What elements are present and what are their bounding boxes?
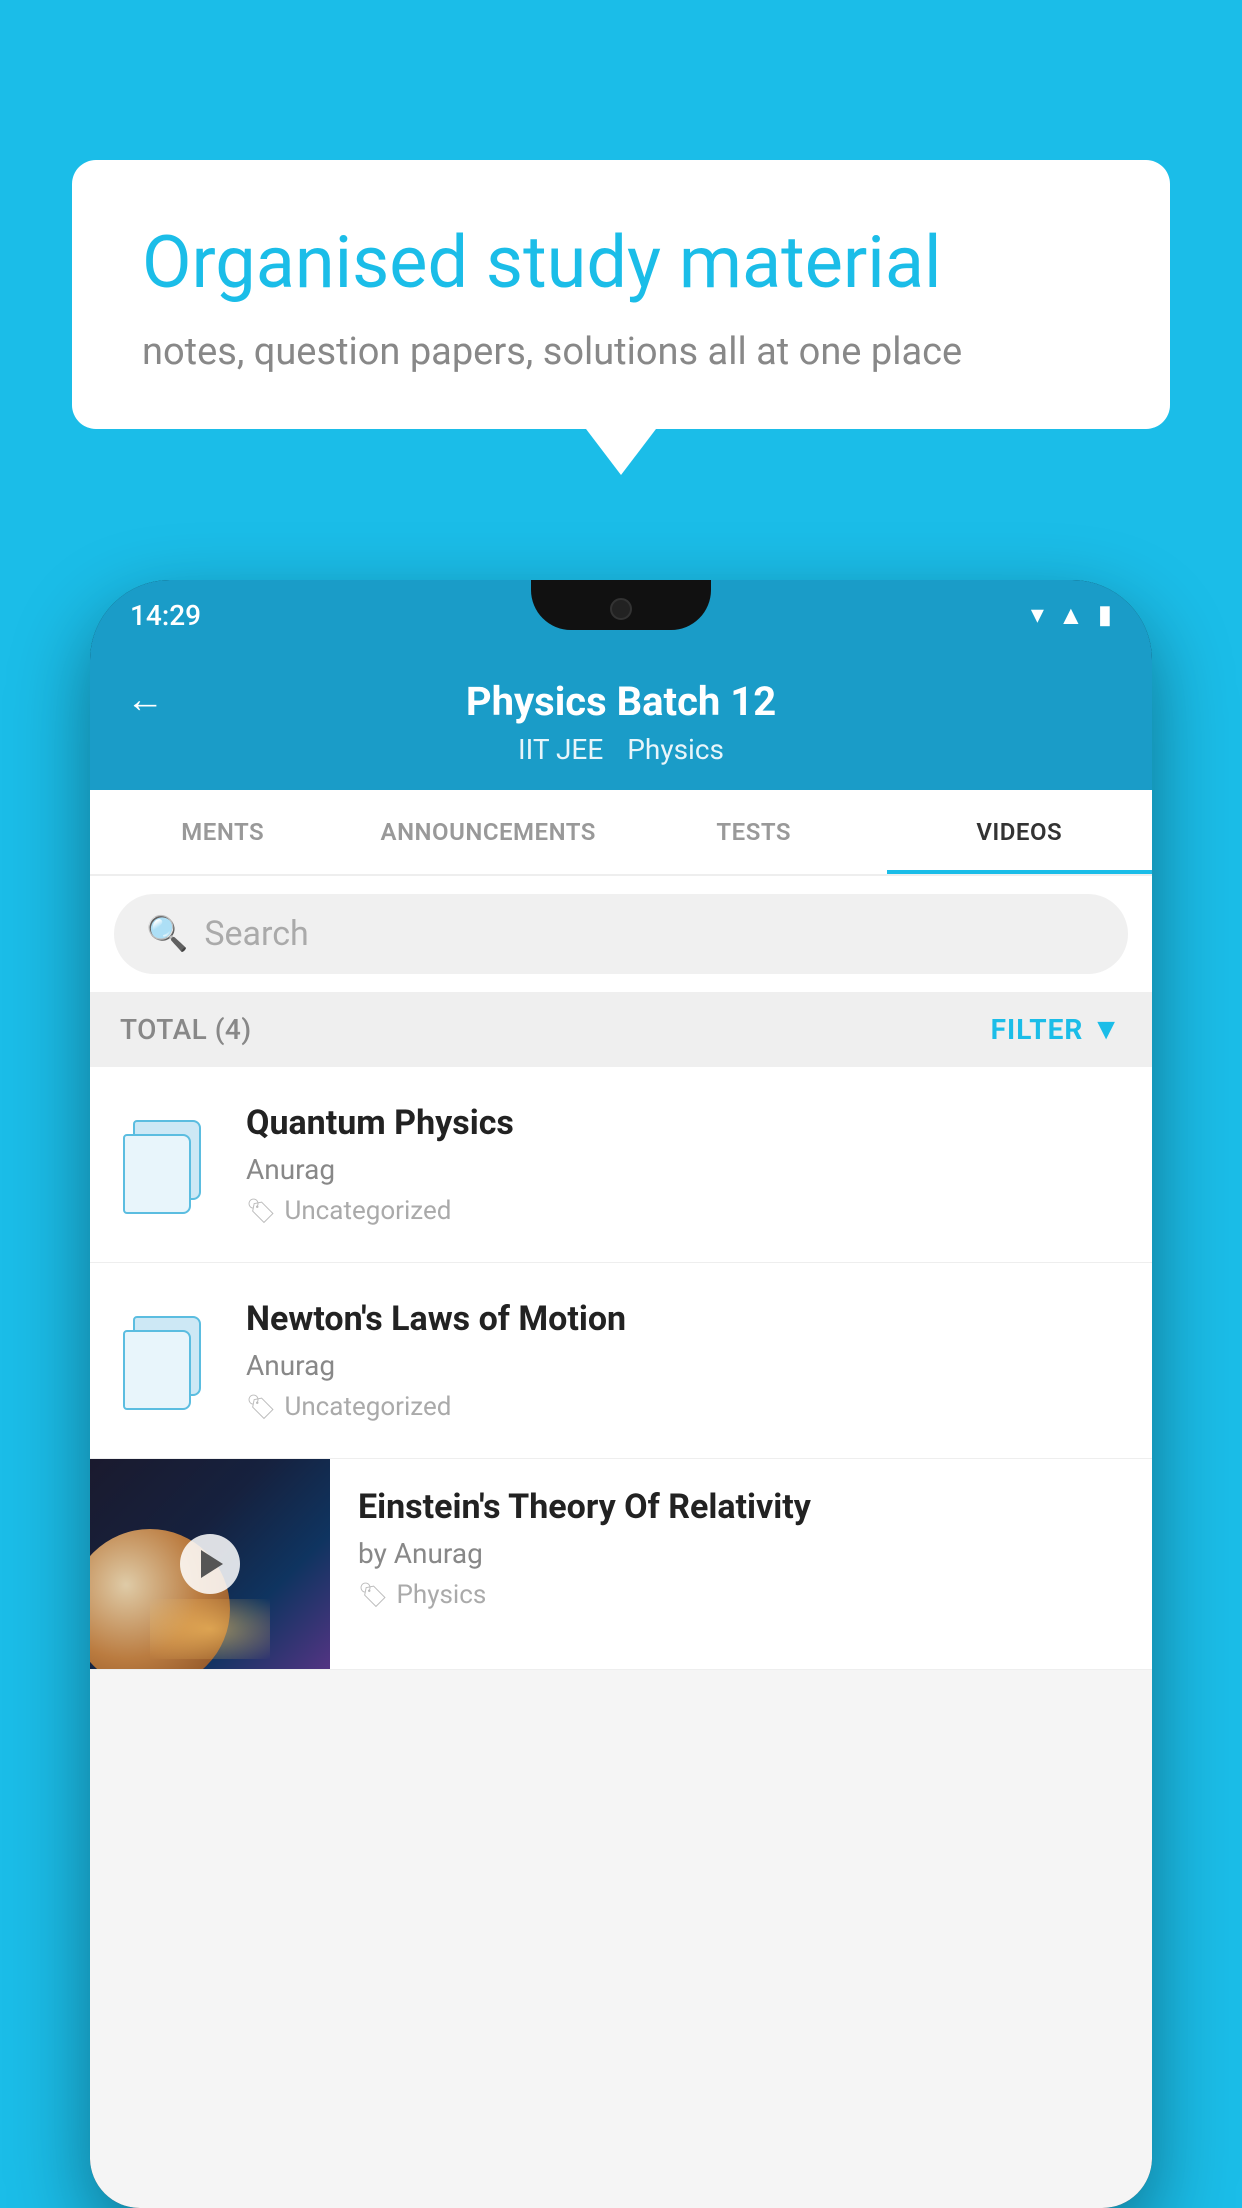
video-info: Newton's Laws of Motion Anurag 🏷 Uncateg… <box>246 1299 1124 1422</box>
file-icon <box>123 1120 213 1210</box>
video-title: Quantum Physics <box>246 1103 1124 1143</box>
phone-content: 🔍 Search TOTAL (4) FILTER ▼ <box>90 876 1152 2208</box>
header-subtitle-iitjee: IIT JEE <box>518 733 603 766</box>
filter-bar: TOTAL (4) FILTER ▼ <box>90 992 1152 1067</box>
status-time: 14:29 <box>130 599 201 632</box>
search-icon: 🔍 <box>146 914 188 954</box>
back-button[interactable]: ← <box>126 678 164 722</box>
search-placeholder: Search <box>204 914 308 954</box>
wifi-icon: ▾ <box>1031 600 1044 630</box>
tab-announcements[interactable]: ANNOUNCEMENTS <box>356 790 622 874</box>
tab-bar: MENTS ANNOUNCEMENTS TESTS VIDEOS <box>90 790 1152 876</box>
tab-ments[interactable]: MENTS <box>90 790 356 874</box>
signal-icon: ▲ <box>1058 600 1084 631</box>
phone-frame: 14:29 ▾ ▲ ▮ ← Physics Batch 12 IIT JEE P… <box>90 580 1152 2208</box>
status-bar: 14:29 ▾ ▲ ▮ <box>90 580 1152 650</box>
filter-label: FILTER <box>991 1013 1084 1046</box>
list-item[interactable]: Einstein's Theory Of Relativity by Anura… <box>90 1459 1152 1670</box>
video-author: Anurag <box>246 1153 1124 1186</box>
video-list: Quantum Physics Anurag 🏷 Uncategorized <box>90 1067 1152 1670</box>
glow-graphic <box>150 1599 270 1659</box>
header-subtitle: IIT JEE Physics <box>518 733 724 766</box>
video-thumb <box>118 1115 218 1215</box>
video-info: Quantum Physics Anurag 🏷 Uncategorized <box>246 1103 1124 1226</box>
tag-icon: 🏷 <box>246 1197 276 1225</box>
tab-tests[interactable]: TESTS <box>621 790 887 874</box>
tag-label: Uncategorized <box>284 1196 451 1226</box>
video-tag: 🏷 Uncategorized <box>246 1196 1124 1226</box>
video-author: by Anurag <box>358 1537 1124 1570</box>
speech-bubble: Organised study material notes, question… <box>72 160 1170 429</box>
play-button[interactable] <box>180 1534 240 1594</box>
video-thumbnail <box>90 1459 330 1669</box>
video-title: Einstein's Theory Of Relativity <box>358 1487 1124 1527</box>
tab-videos[interactable]: VIDEOS <box>887 790 1153 874</box>
video-info: Einstein's Theory Of Relativity by Anura… <box>330 1459 1152 1638</box>
total-count: TOTAL (4) <box>120 1013 252 1046</box>
file-icon-front <box>123 1330 191 1410</box>
header-title: Physics Batch 12 <box>466 678 776 725</box>
search-bar[interactable]: 🔍 Search <box>114 894 1128 974</box>
tag-label: Uncategorized <box>284 1392 451 1422</box>
list-item[interactable]: Newton's Laws of Motion Anurag 🏷 Uncateg… <box>90 1263 1152 1459</box>
header-subtitle-physics: Physics <box>627 733 724 766</box>
filter-icon: ▼ <box>1091 1012 1122 1047</box>
video-title: Newton's Laws of Motion <box>246 1299 1124 1339</box>
battery-icon: ▮ <box>1098 600 1112 630</box>
tag-icon: 🏷 <box>358 1581 388 1609</box>
list-item[interactable]: Quantum Physics Anurag 🏷 Uncategorized <box>90 1067 1152 1263</box>
speech-bubble-title: Organised study material <box>142 220 1100 306</box>
search-bar-container: 🔍 Search <box>90 876 1152 992</box>
tag-icon: 🏷 <box>246 1393 276 1421</box>
front-camera <box>610 598 632 620</box>
play-icon <box>201 1550 223 1578</box>
status-icons: ▾ ▲ ▮ <box>1031 600 1112 631</box>
tag-label: Physics <box>396 1580 486 1610</box>
video-tag: 🏷 Physics <box>358 1580 1124 1610</box>
video-tag: 🏷 Uncategorized <box>246 1392 1124 1422</box>
video-author: Anurag <box>246 1349 1124 1382</box>
video-thumb <box>118 1311 218 1411</box>
filter-button[interactable]: FILTER ▼ <box>991 1012 1122 1047</box>
speech-bubble-subtitle: notes, question papers, solutions all at… <box>142 330 1100 374</box>
app-header: ← Physics Batch 12 IIT JEE Physics <box>90 650 1152 790</box>
file-icon-front <box>123 1134 191 1214</box>
file-icon <box>123 1316 213 1406</box>
